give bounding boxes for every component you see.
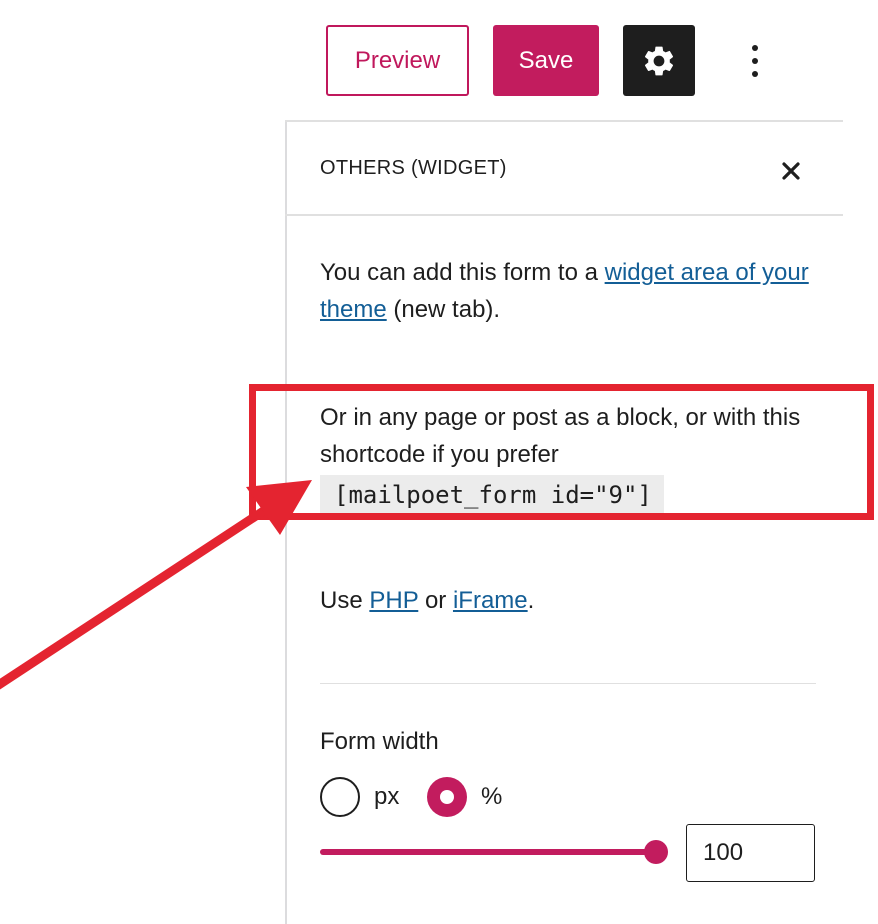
radio-px[interactable] bbox=[320, 777, 360, 817]
radio-option-percent[interactable]: % bbox=[427, 777, 502, 817]
slider-thumb[interactable] bbox=[644, 840, 668, 864]
slider-fill bbox=[320, 849, 656, 855]
radio-percent[interactable] bbox=[427, 777, 467, 817]
more-options-button[interactable] bbox=[735, 38, 775, 84]
panel-title: OTHERS (WIDGET) bbox=[320, 157, 507, 179]
settings-button[interactable] bbox=[623, 25, 695, 96]
save-button[interactable]: Save bbox=[493, 25, 599, 96]
shortcode-description: Or in any page or post as a block, or wi… bbox=[320, 404, 801, 468]
close-icon bbox=[782, 162, 800, 180]
or-text: or bbox=[418, 587, 453, 614]
use-text: Use bbox=[320, 587, 370, 614]
radio-percent-label: % bbox=[481, 783, 503, 810]
widget-text-prefix: You can add this form to a bbox=[320, 259, 605, 286]
radio-px-label: px bbox=[374, 783, 400, 810]
more-vertical-icon bbox=[752, 45, 758, 77]
gear-icon bbox=[644, 46, 674, 75]
radio-option-px[interactable]: px bbox=[320, 777, 399, 817]
php-link[interactable]: PHP bbox=[369, 587, 418, 614]
period-text: . bbox=[527, 587, 535, 614]
form-width-label: Form width bbox=[320, 728, 439, 755]
widget-text-suffix: (new tab). bbox=[386, 296, 501, 323]
sidebar-top-divider bbox=[285, 120, 843, 122]
iframe-link[interactable]: iFrame bbox=[453, 587, 528, 614]
preview-button[interactable]: Preview bbox=[326, 25, 469, 96]
close-panel-button[interactable] bbox=[772, 152, 810, 190]
embed-options-text: Use PHP or iFrame. bbox=[320, 582, 825, 619]
widget-area-text: You can add this form to a widget area o… bbox=[320, 254, 825, 328]
section-divider bbox=[320, 683, 816, 684]
form-width-slider[interactable] bbox=[320, 840, 668, 864]
header-divider bbox=[285, 214, 843, 216]
shortcode-text: Or in any page or post as a block, or wi… bbox=[320, 399, 825, 515]
form-width-input[interactable] bbox=[686, 824, 815, 882]
shortcode-code[interactable]: [mailpoet_form id="9"] bbox=[320, 475, 664, 515]
sidebar-border bbox=[285, 120, 287, 924]
